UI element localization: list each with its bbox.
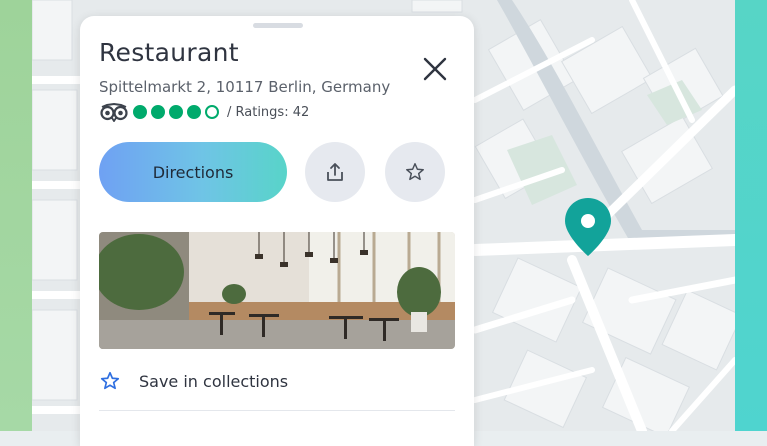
save-label: Save in collections [139, 371, 289, 391]
right-gradient-edge [735, 0, 767, 431]
rating-dot-4 [187, 105, 201, 119]
place-photo[interactable] [99, 232, 455, 349]
place-detail-card: Restaurant Spittelmarkt 2, 10117 Berlin,… [80, 16, 474, 446]
map-pin-icon[interactable] [563, 196, 613, 258]
save-in-collections-button[interactable]: Save in collections [99, 368, 288, 394]
place-address: Spittelmarkt 2, 10117 Berlin, Germany [99, 78, 391, 96]
directions-button[interactable]: Directions [99, 142, 287, 202]
rating-row: / Ratings: 42 [99, 102, 309, 122]
rating-dot-5 [205, 105, 219, 119]
favorite-button[interactable] [385, 142, 445, 202]
place-title: Restaurant [99, 38, 239, 67]
rating-dot-1 [133, 105, 147, 119]
star-outline-icon [100, 371, 120, 390]
rating-dot-2 [151, 105, 165, 119]
divider [99, 410, 455, 411]
drag-handle[interactable] [253, 23, 303, 28]
close-icon[interactable] [420, 54, 450, 84]
share-icon [327, 163, 343, 181]
share-button[interactable] [305, 142, 365, 202]
left-gradient-edge [0, 0, 32, 431]
rating-dot-3 [169, 105, 183, 119]
tripadvisor-owl-icon [100, 102, 128, 122]
star-icon [406, 163, 424, 181]
ratings-count: / Ratings: 42 [227, 104, 310, 120]
